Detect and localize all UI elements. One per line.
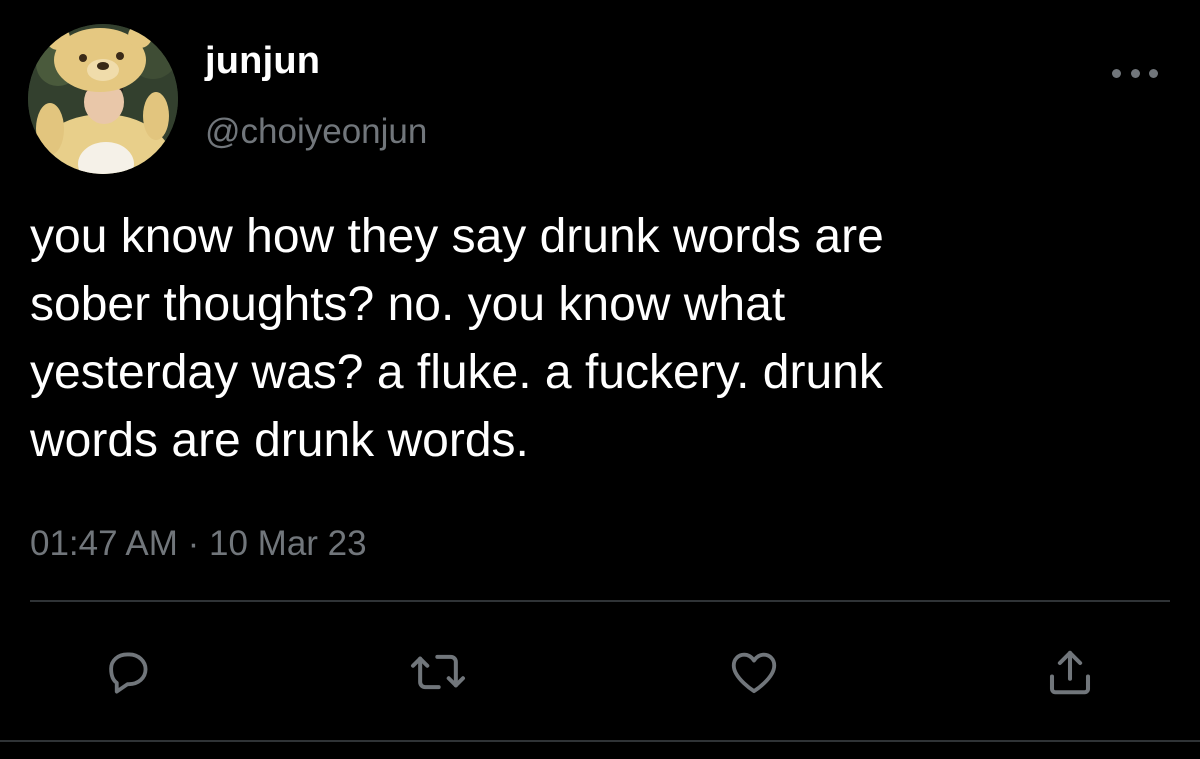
more-options-button[interactable] bbox=[1112, 58, 1158, 88]
tweet-text: you know how they say drunk words are so… bbox=[30, 210, 884, 467]
tweet-card: junjun @choiyeonjun you know how they sa… bbox=[0, 0, 1200, 759]
like-button[interactable] bbox=[722, 640, 786, 704]
avatar-image bbox=[28, 24, 178, 174]
bottom-divider bbox=[0, 740, 1200, 742]
tweet-timestamp[interactable]: 01:47 AM · 10 Mar 23 bbox=[30, 524, 367, 564]
more-horizontal-icon bbox=[1112, 68, 1121, 78]
user-handle[interactable]: @choiyeonjun bbox=[205, 112, 427, 152]
tweet-date: 10 Mar 23 bbox=[209, 524, 367, 563]
meta-separator: · bbox=[187, 524, 200, 563]
share-button[interactable] bbox=[1038, 640, 1102, 704]
share-icon bbox=[1049, 650, 1091, 695]
display-name[interactable]: junjun bbox=[205, 40, 320, 83]
tweet-time: 01:47 AM bbox=[30, 524, 178, 563]
more-horizontal-icon bbox=[1130, 68, 1140, 78]
more-horizontal-icon bbox=[1149, 68, 1158, 78]
reply-icon bbox=[109, 652, 148, 694]
retweet-button[interactable] bbox=[406, 640, 470, 704]
divider bbox=[30, 600, 1170, 602]
heart-icon bbox=[731, 652, 777, 694]
reply-button[interactable] bbox=[96, 640, 160, 704]
retweet-icon bbox=[411, 654, 465, 690]
avatar[interactable] bbox=[28, 24, 178, 174]
